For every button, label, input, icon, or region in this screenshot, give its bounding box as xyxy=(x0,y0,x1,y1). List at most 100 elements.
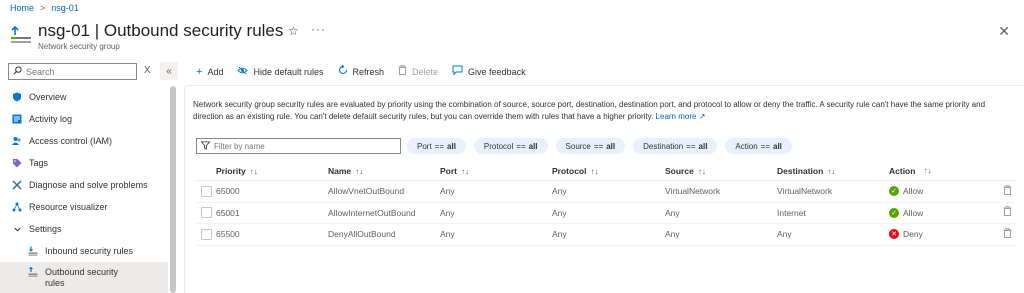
cell-source: Any xyxy=(665,229,680,240)
sidebar-search-input[interactable] xyxy=(26,66,126,77)
add-button[interactable]: + Add xyxy=(196,66,223,78)
delete-row-icon[interactable] xyxy=(1003,184,1012,198)
cell-action: ✓ Allow xyxy=(889,186,989,197)
breadcrumb-separator: > xyxy=(40,3,46,13)
toolbar-divider xyxy=(186,85,1024,86)
cell-protocol: Any xyxy=(552,229,567,240)
rules-table: Priority ↑↓ Name ↑↓ Port ↑↓ Protocol ↑↓ Sour… xyxy=(196,161,1016,246)
sort-icon: ↑↓ xyxy=(827,166,836,176)
column-header-name[interactable]: Name ↑↓ xyxy=(328,166,440,176)
sidebar-item-label: Overview xyxy=(29,92,67,102)
pill-value: all xyxy=(528,141,538,151)
pill-op: == xyxy=(760,141,770,151)
source-filter-pill[interactable]: Source == all xyxy=(555,138,626,154)
pill-op: == xyxy=(516,141,526,151)
port-filter-pill[interactable]: Port == all xyxy=(407,138,466,154)
action-label: Deny xyxy=(903,229,923,240)
refresh-button[interactable]: Refresh xyxy=(338,64,384,78)
sidebar-item-iam[interactable]: Access control (IAM) xyxy=(0,130,168,152)
inbound-icon xyxy=(28,246,38,256)
sort-icon: ↑↓ xyxy=(355,166,364,176)
sidebar-item-label: Diagnose and solve problems xyxy=(29,180,148,190)
star-icon[interactable]: ☆ xyxy=(288,24,299,38)
col-label: Name xyxy=(328,165,352,176)
column-header-destination[interactable]: Destination ↑↓ xyxy=(777,166,889,176)
column-header-protocol[interactable]: Protocol ↑↓ xyxy=(552,166,665,176)
col-label: Priority xyxy=(216,165,246,176)
sidebar-item-outbound-rules[interactable]: Outbound security rules xyxy=(0,262,168,293)
pill-key: Source xyxy=(565,141,591,151)
cell-source: Any xyxy=(665,207,680,218)
breadcrumb-current-link[interactable]: nsg-01 xyxy=(51,3,79,13)
protocol-filter-pill[interactable]: Protocol == all xyxy=(473,138,548,154)
sidebar-group-settings[interactable]: Settings xyxy=(0,218,168,240)
column-header-source[interactable]: Source ↑↓ xyxy=(665,166,777,176)
cell-action: ✓ Allow xyxy=(889,207,989,218)
sidebar-item-tags[interactable]: Tags xyxy=(0,152,168,174)
row-checkbox[interactable] xyxy=(200,228,212,240)
pill-value: all xyxy=(773,141,782,151)
breadcrumb-home-link[interactable]: Home xyxy=(10,3,34,13)
title-block: nsg-01 | Outbound security rules Network… xyxy=(10,20,283,51)
filter-by-name-box[interactable] xyxy=(196,138,401,154)
delete-row-icon[interactable] xyxy=(1003,206,1012,219)
sort-icon: ↑↓ xyxy=(923,166,932,175)
column-header-port[interactable]: Port ↑↓ xyxy=(440,166,552,176)
give-feedback-button[interactable]: Give feedback xyxy=(452,65,526,78)
sidebar-item-resource-visualizer[interactable]: Resource visualizer xyxy=(0,196,168,218)
close-icon[interactable]: ✕ xyxy=(998,23,1010,40)
table-row[interactable]: 65500 DenyAllOutBound Any Any Any Any ✕ D… xyxy=(196,224,1016,246)
cell-name: AllowVnetOutBound xyxy=(328,186,405,197)
cell-destination: Internet xyxy=(777,207,806,218)
action-label: Allow xyxy=(903,186,924,197)
delete-row-icon[interactable] xyxy=(1003,227,1012,241)
col-label: Protocol xyxy=(552,165,587,176)
pill-key: Destination xyxy=(643,141,684,151)
activity-log-icon xyxy=(12,114,22,124)
search-icon xyxy=(13,66,22,77)
sidebar-scrollbar[interactable] xyxy=(170,86,176,293)
col-label: Destination xyxy=(777,165,824,176)
sidebar-item-activity-log[interactable]: Activity log xyxy=(0,108,168,130)
pill-key: Port xyxy=(417,141,432,151)
cell-priority: 65001 xyxy=(216,207,240,218)
table-row[interactable]: 65000 AllowVnetOutBound Any Any VirtualN… xyxy=(196,181,1016,203)
action-filter-pill[interactable]: Action == all xyxy=(725,138,792,154)
hide-default-rules-button[interactable]: Hide default rules xyxy=(237,66,324,78)
learn-more-link[interactable]: Learn more ↗ xyxy=(656,112,706,121)
sidebar-search-box[interactable] xyxy=(8,63,137,80)
destination-filter-pill[interactable]: Destination == all xyxy=(633,138,718,154)
sidebar-item-diagnose[interactable]: Diagnose and solve problems xyxy=(0,174,168,196)
outbound-icon xyxy=(28,267,38,277)
sidebar-divider xyxy=(184,86,185,293)
page-subtitle: Network security group xyxy=(38,42,120,51)
cell-priority: 65500 xyxy=(216,229,240,240)
search-clear-button[interactable]: X xyxy=(144,65,151,76)
cell-action: ✕ Deny xyxy=(889,229,989,240)
sidebar-item-label: Tags xyxy=(29,158,49,168)
column-header-priority[interactable]: Priority ↑↓ xyxy=(216,166,328,176)
delete-button[interactable]: Delete xyxy=(398,65,438,78)
collapse-sidebar-button[interactable]: « xyxy=(160,62,178,80)
external-link-icon: ↗ xyxy=(698,112,706,121)
filter-by-name-input[interactable] xyxy=(214,141,394,151)
cell-priority: 65000 xyxy=(216,186,240,197)
check-circle-icon: ✓ xyxy=(889,186,899,197)
shield-icon xyxy=(12,92,22,102)
add-label: Add xyxy=(207,66,224,77)
cell-port: Any xyxy=(440,186,455,197)
cell-name: AllowInternetOutBound xyxy=(328,207,416,218)
filter-icon xyxy=(200,140,211,152)
col-label: Source xyxy=(665,165,694,176)
row-checkbox[interactable] xyxy=(200,207,212,219)
sort-icon: ↑↓ xyxy=(461,166,469,176)
more-options-icon[interactable]: ··· xyxy=(311,22,326,36)
column-header-action[interactable]: Action ↑↓ xyxy=(889,166,989,176)
eye-hide-icon xyxy=(237,66,249,78)
pill-value: all xyxy=(447,141,456,151)
sidebar-item-overview[interactable]: Overview xyxy=(0,86,168,108)
table-row[interactable]: 65001 AllowInternetOutBound Any Any Any … xyxy=(196,203,1016,224)
sidebar-item-inbound-rules[interactable]: Inbound security rules xyxy=(0,240,168,262)
row-checkbox[interactable] xyxy=(200,185,212,197)
description-text: Network security group security rules ar… xyxy=(193,100,986,121)
